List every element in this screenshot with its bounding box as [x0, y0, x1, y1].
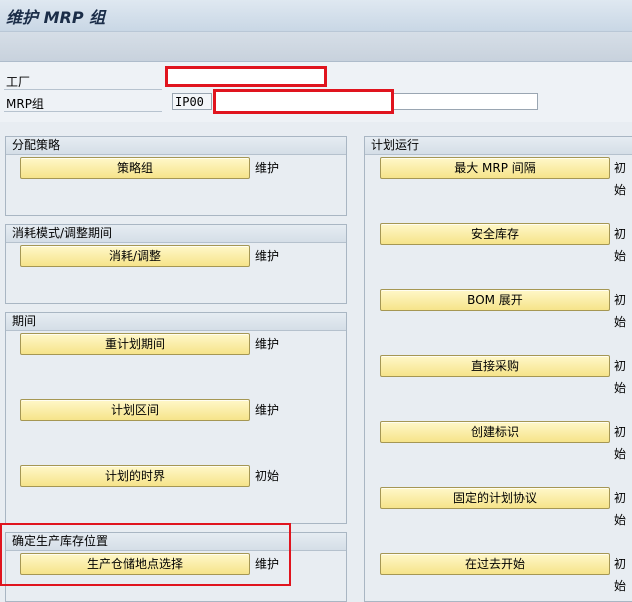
application-toolbar — [0, 32, 632, 62]
planning-interval-status: 维护 — [255, 403, 280, 417]
production-storage-selection-button[interactable]: 生产仓储地点选择 — [20, 553, 250, 575]
planning-time-fence-status: 初始 — [255, 469, 280, 483]
plant-field[interactable] — [165, 66, 327, 87]
window-title: 维护 MRP 组 — [6, 8, 106, 27]
replanning-period-button[interactable]: 重计划期间 — [20, 333, 250, 355]
planning-run-group-title: 计划运行 — [365, 137, 632, 155]
mrp-group-description-field[interactable] — [390, 93, 538, 110]
creation-indicator-button[interactable]: 创建标识 — [380, 421, 610, 443]
periods-group-title: 期间 — [6, 313, 346, 331]
plant-label: 工厂 — [6, 75, 31, 89]
direct-procurement-button[interactable]: 直接采购 — [380, 355, 610, 377]
bom-explosion-status: 初始 — [614, 293, 627, 329]
planning-interval-button[interactable]: 计划区间 — [20, 399, 250, 421]
consumption-group-title: 消耗模式/调整期间 — [6, 225, 346, 243]
title-bar: 维护 MRP 组 — [0, 0, 632, 32]
start-in-past-button[interactable]: 在过去开始 — [380, 553, 610, 575]
production-storage-selection-status: 维护 — [255, 557, 280, 571]
firm-scheduling-agreement-status: 初始 — [614, 491, 627, 527]
direct-procurement-status: 初始 — [614, 359, 627, 395]
start-in-past-status: 初始 — [614, 557, 627, 593]
firm-scheduling-agreement-button[interactable]: 固定的计划协议 — [380, 487, 610, 509]
mrp-group-label-underline — [4, 111, 162, 112]
planning-time-fence-button[interactable]: 计划的时界 — [20, 465, 250, 487]
strategy-group-title: 分配策略 — [6, 137, 346, 155]
consumption-adjust-status: 维护 — [255, 249, 280, 263]
plant-label-underline — [4, 89, 162, 90]
bom-explosion-button[interactable]: BOM 展开 — [380, 289, 610, 311]
strategy-group-button[interactable]: 策略组 — [20, 157, 250, 179]
replanning-period-status: 维护 — [255, 337, 280, 351]
mrp-group-field[interactable]: IP00 — [172, 93, 212, 110]
mrp-group-label: MRP组 — [6, 97, 44, 111]
production-storage-group-title: 确定生产库存位置 — [6, 533, 346, 551]
creation-indicator-status: 初始 — [614, 425, 627, 461]
mrp-group-description-redacted — [213, 89, 394, 114]
max-mrp-interval-status: 初始 — [614, 161, 627, 197]
safety-stock-button[interactable]: 安全库存 — [380, 223, 610, 245]
max-mrp-interval-button[interactable]: 最大 MRP 间隔 — [380, 157, 610, 179]
strategy-group-status: 维护 — [255, 161, 280, 175]
safety-stock-status: 初始 — [614, 227, 627, 263]
consumption-adjust-button[interactable]: 消耗/调整 — [20, 245, 250, 267]
